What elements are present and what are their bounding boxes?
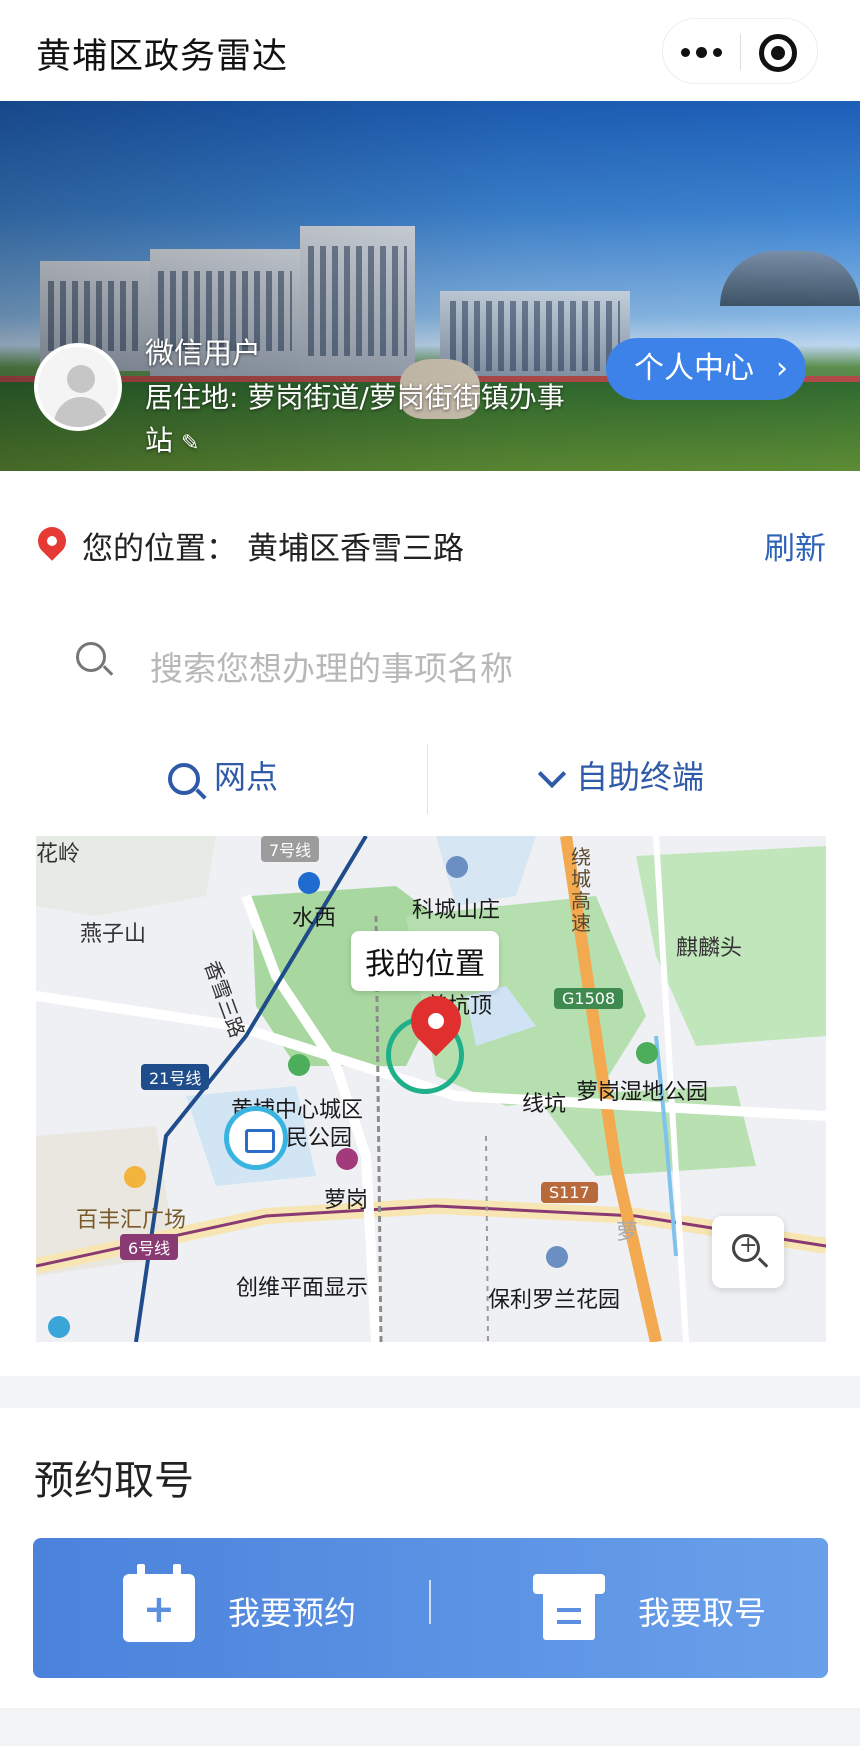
zoom-in-button[interactable] <box>712 1216 784 1288</box>
metro-badge-7: 7号线 <box>261 836 320 862</box>
tab-label: 网点 <box>214 758 279 796</box>
chevron-right-icon: › <box>776 351 788 386</box>
book-appointment-label: 我要预约 <box>228 1594 357 1632</box>
user-name: 微信用户 <box>145 336 262 370</box>
map-label: 水西 <box>292 906 337 931</box>
avatar-body-shape <box>54 397 108 427</box>
residential-icon <box>446 856 468 878</box>
zoom-in-icon <box>732 1233 760 1262</box>
map-label: 萝 <box>616 1220 639 1245</box>
residence-text[interactable]: 居住地: 萝岗街道/萝岗街街镇办事站 ✎ <box>145 376 585 465</box>
mall-icon <box>124 1166 146 1188</box>
metro-badge-21: 21号线 <box>141 1064 210 1090</box>
metro-station-icon <box>336 1148 358 1170</box>
map-label: 线坑 <box>522 1092 567 1117</box>
map-label: 科城山庄 <box>412 898 501 923</box>
avatar[interactable] <box>34 343 122 431</box>
map-view[interactable]: 花岭 7号线 燕子山 水西 科城山庄 香雪三路 路 善坑顶 绕城高速 麒麟头 G… <box>36 836 826 1342</box>
my-location-callout: 我的位置 <box>351 931 499 991</box>
residence-value: 居住地: 萝岗街道/萝岗街街镇办事站 <box>145 381 565 457</box>
avatar-head-shape <box>67 365 95 393</box>
location-label: 您的位置： <box>82 531 237 567</box>
refresh-link[interactable]: 刷新 <box>764 523 826 568</box>
app-title: 黄埔区政务雷达 <box>36 37 289 77</box>
tab-label: 自助终端 <box>576 758 705 796</box>
highway-badge-g1508: G1508 <box>554 988 624 1009</box>
map-section: 花岭 7号线 燕子山 水西 科城山庄 香雪三路 路 善坑顶 绕城高速 麒麟头 G… <box>0 836 860 1376</box>
tab-service-points[interactable]: 网点 <box>168 752 278 802</box>
appointment-card: + 我要预约 我要取号 <box>33 1538 828 1678</box>
personal-center-button[interactable]: 个人中心 › <box>606 338 806 400</box>
take-number-label: 我要取号 <box>638 1594 767 1632</box>
map-label: 百丰汇广场 <box>76 1208 187 1233</box>
tab-divider <box>427 744 428 814</box>
map-label: 萝岗 <box>324 1188 369 1213</box>
metro-station-icon <box>298 872 320 894</box>
metro-badge-6: 6号线 <box>120 1234 179 1260</box>
ticket-icon <box>533 1574 605 1640</box>
card-divider <box>429 1580 431 1624</box>
capsule-divider <box>740 34 741 70</box>
mini-program-capsule <box>662 18 818 84</box>
chevron-down-icon <box>537 759 567 789</box>
search-input[interactable]: 搜索您想办理的事项名称 <box>50 606 820 706</box>
location-value: 黄埔区香雪三路 <box>247 531 464 567</box>
map-label: 民公园 <box>286 1126 353 1151</box>
map-label: 花岭 <box>36 842 81 867</box>
section-title: 预约取号 <box>34 1458 194 1504</box>
map-label: 保利罗兰花园 <box>488 1288 621 1313</box>
calendar-add-icon: + <box>123 1564 195 1642</box>
map-label: 麒麟头 <box>676 936 743 961</box>
residential-icon <box>546 1246 568 1268</box>
target-icon[interactable] <box>759 34 797 72</box>
map-label: 创维平面显示 <box>236 1276 369 1301</box>
road-label: 绕城高速 <box>571 845 591 935</box>
title-bar: 黄埔区政务雷达 <box>0 0 860 101</box>
appointment-section: 预约取号 + 我要预约 我要取号 <box>0 1408 860 1708</box>
edit-pencil-icon[interactable]: ✎ <box>181 422 199 465</box>
search-icon <box>168 763 200 795</box>
service-point-marker-icon[interactable] <box>224 1106 288 1170</box>
tab-self-service-terminal[interactable]: 自助终端 <box>536 752 704 802</box>
location-row: 您的位置： 黄埔区香雪三路 刷新 <box>0 471 860 606</box>
map-label: 燕子山 <box>80 922 147 947</box>
highway-badge-s117: S117 <box>541 1182 598 1203</box>
more-dots-icon[interactable] <box>663 19 740 85</box>
park-icon <box>288 1054 310 1076</box>
search-icon <box>76 642 106 672</box>
category-tabs: 网点 自助终端 <box>0 716 860 836</box>
park-icon <box>636 1042 658 1064</box>
personal-center-label: 个人中心 <box>634 351 754 386</box>
location-pin-icon <box>32 521 72 561</box>
search-placeholder: 搜索您想办理的事项名称 <box>150 649 513 688</box>
search-section: 搜索您想办理的事项名称 <box>0 606 860 716</box>
map-label: 萝岗湿地公园 <box>576 1080 709 1105</box>
transit-icon <box>48 1316 70 1338</box>
